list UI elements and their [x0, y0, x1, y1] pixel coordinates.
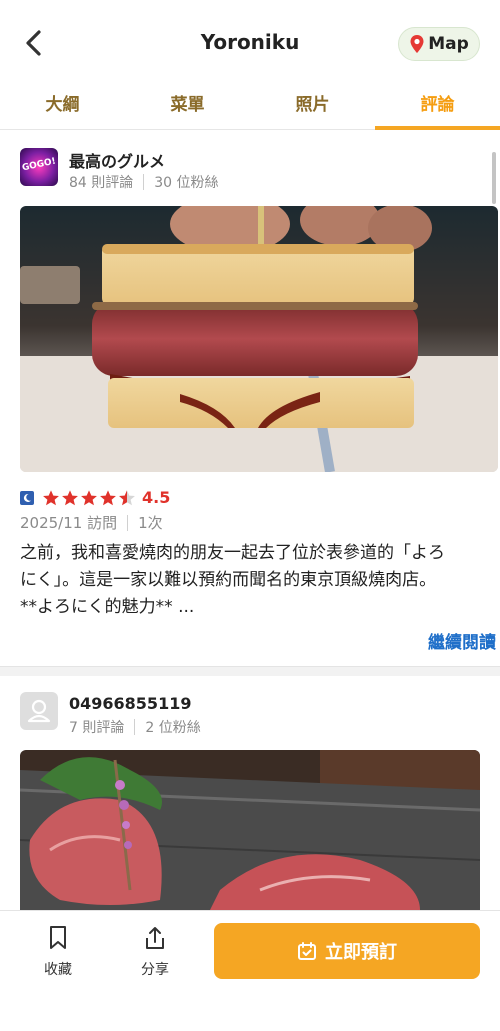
avatar[interactable]: [20, 692, 58, 730]
review-photo[interactable]: [20, 750, 480, 910]
bookmark-icon: [50, 926, 66, 949]
star-icon: [100, 489, 116, 505]
visit-count: 1次: [138, 514, 163, 532]
reserve-now-label: 立即預訂: [325, 942, 397, 963]
bottom-action-bar: 收藏 分享 立即預訂: [0, 910, 500, 1031]
header: Yoroniku Map: [0, 0, 500, 84]
half-star-icon: [119, 489, 135, 505]
divider: [127, 514, 129, 531]
map-pin-icon: [410, 35, 424, 53]
share-button[interactable]: 分享: [125, 925, 185, 979]
avatar-text: GOGO!: [21, 156, 57, 174]
tab-reviews[interactable]: 評論: [375, 84, 500, 130]
chevron-left-icon: [26, 30, 41, 56]
review-count: 7 則評論: [69, 720, 125, 736]
reviewer-name[interactable]: 04966855119: [69, 694, 191, 713]
divider: [143, 174, 145, 190]
bookmark-label: 收藏: [44, 962, 72, 978]
review-photo[interactable]: [20, 206, 498, 472]
avatar[interactable]: GOGO!: [20, 148, 58, 186]
follower-count: 2 位粉絲: [145, 720, 201, 736]
reserve-now-button[interactable]: 立即預訂: [214, 923, 480, 979]
default-user-icon: [27, 699, 51, 723]
star-rating: [42, 489, 136, 507]
wagyu-katsu-sandwich-photo: [20, 206, 498, 472]
review-text: 之前，我和喜愛燒肉的朋友一起去了位於表參道的「よろ にく」。這是一家以難以預約而…: [20, 540, 490, 621]
tab-bar: 大綱 菜單 照片 評論: [0, 84, 500, 130]
wagyu-sashimi-photo: [20, 750, 480, 910]
map-button[interactable]: Map: [398, 27, 480, 61]
back-button[interactable]: [18, 26, 52, 60]
read-more-link[interactable]: 繼續閱讀: [428, 628, 496, 653]
reviewer-name[interactable]: 最高のグルメ: [69, 148, 165, 172]
review-text-line: **よろにく的魅力** ...: [20, 597, 195, 617]
tab-menu[interactable]: 菜單: [125, 84, 250, 129]
review-count: 84 則評論: [69, 175, 134, 191]
divider: [134, 719, 136, 735]
star-icon: [62, 489, 78, 505]
star-icon: [43, 489, 59, 505]
share-label: 分享: [141, 962, 169, 978]
tab-overview[interactable]: 大綱: [0, 84, 125, 129]
visit-info: 2025/11 訪問 1次: [20, 512, 163, 533]
map-button-label: Map: [428, 34, 469, 54]
tab-photos[interactable]: 照片: [250, 84, 375, 129]
reviewer-stats: 7 則評論 2 位粉絲: [69, 717, 201, 737]
star-icon: [81, 489, 97, 505]
follower-count: 30 位粉絲: [154, 175, 219, 191]
scrollbar[interactable]: [492, 152, 496, 204]
visit-date: 2025/11 訪問: [20, 514, 118, 532]
calendar-check-icon: [298, 942, 316, 960]
review-text-line: 之前，我和喜愛燒肉的朋友一起去了位於表參道的「よろ: [20, 543, 445, 563]
review-text-line: にく」。這是一家以難以預約而聞名的東京頂級燒肉店。: [20, 570, 437, 590]
section-divider: [0, 666, 500, 676]
dinner-moon-icon: [20, 490, 34, 505]
reviewer-stats: 84 則評論 30 位粉絲: [69, 172, 219, 192]
rating-value: 4.5: [142, 488, 171, 507]
bookmark-button[interactable]: 收藏: [28, 925, 88, 979]
share-icon: [146, 927, 164, 949]
rating-row: 4.5: [20, 488, 170, 507]
restaurant-page: Yoroniku Map 大綱 菜單 照片 評論 GOGO! 最高のグルメ 84…: [0, 0, 500, 1031]
